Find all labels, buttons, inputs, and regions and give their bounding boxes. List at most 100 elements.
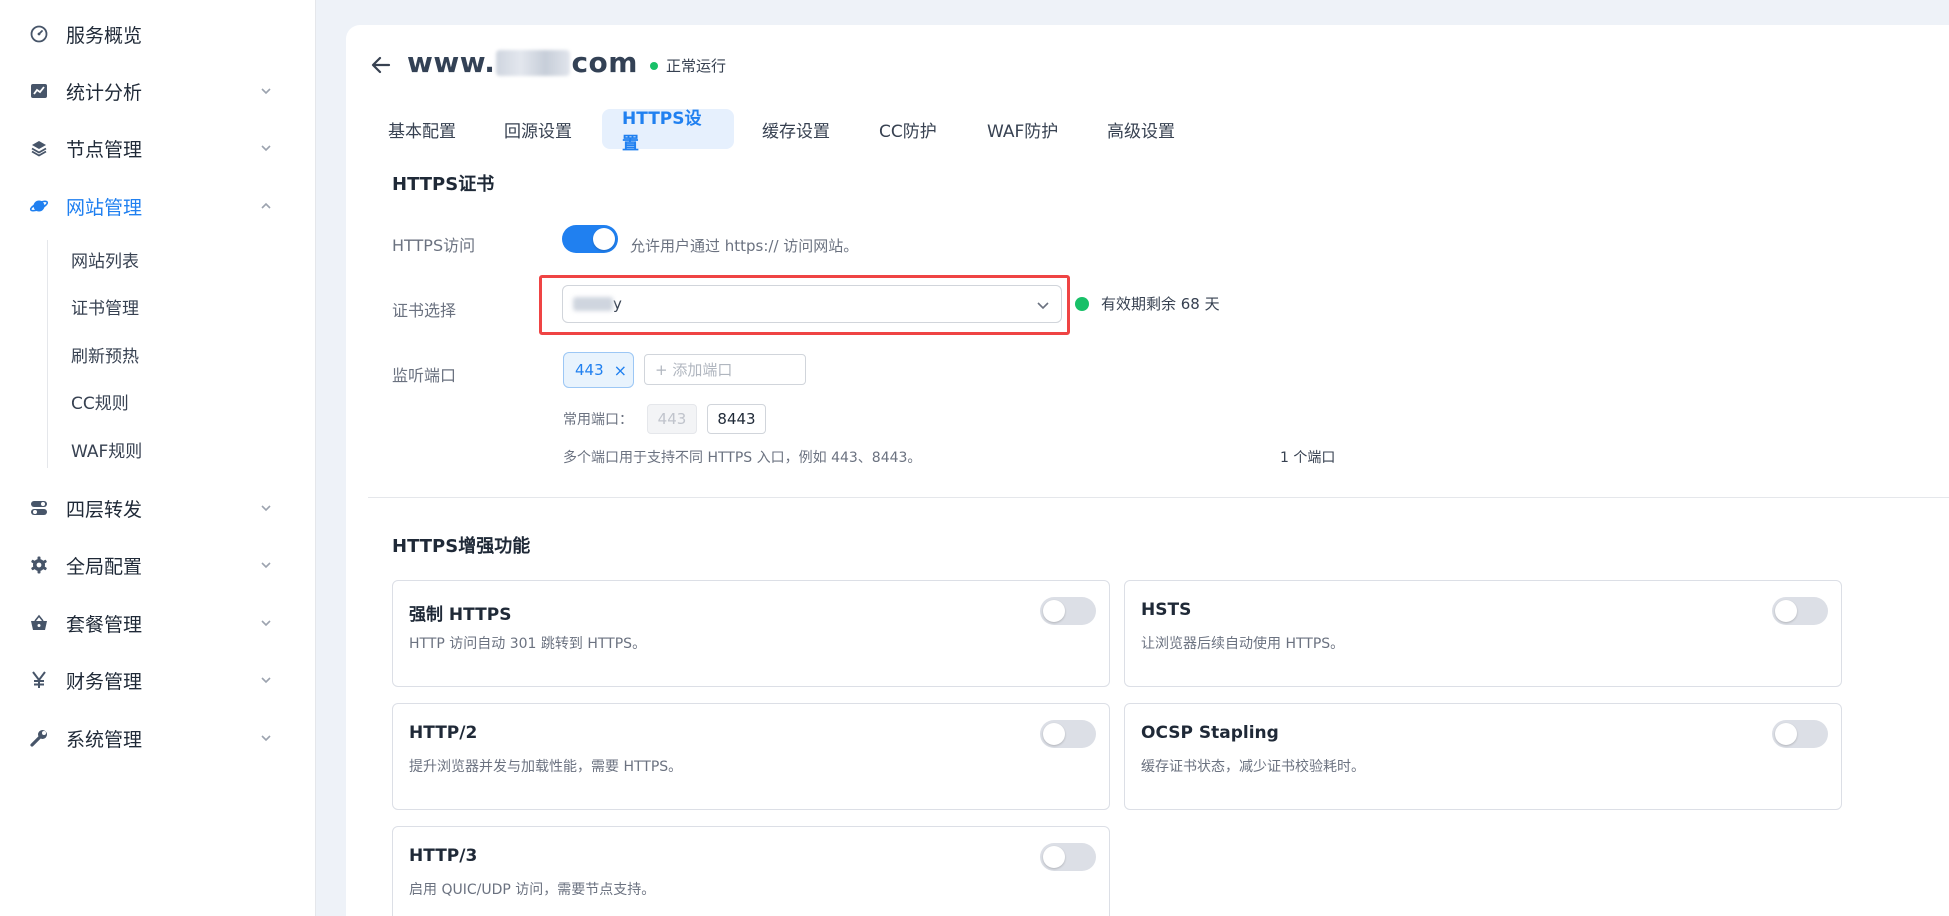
validity-dot (1075, 296, 1089, 311)
nav-label: 四层转发 (66, 498, 143, 521)
ocsp-toggle[interactable] (1772, 720, 1828, 748)
page-title: www. com (407, 46, 638, 79)
section-title-enhance: HTTPS增强功能 (392, 536, 531, 557)
sidebar-subitem-cc-rules[interactable]: CC规则 (71, 381, 129, 421)
cert-select-value: y (573, 295, 622, 313)
redacted-cert-name (573, 297, 613, 311)
nav-item-websites[interactable]: 网站管理 (0, 182, 316, 230)
nav-item-l4-forwarding[interactable]: 四层转发 (0, 484, 316, 532)
common-port-443: 443 (647, 404, 697, 434)
hsts-toggle[interactable] (1772, 597, 1828, 625)
nav-label: 网站管理 (66, 196, 143, 219)
title-prefix: www. (407, 46, 496, 79)
feature-card-http3: HTTP/3 启用 QUIC/UDP 访问，需要节点支持。 (392, 826, 1110, 916)
yen-icon (28, 669, 50, 691)
redacted-domain (496, 49, 571, 76)
close-icon[interactable]: × (614, 361, 627, 380)
nav-label: 系统管理 (66, 728, 143, 751)
tab-origin[interactable]: 回源设置 (484, 109, 592, 149)
nav-item-global-config[interactable]: 全局配置 (0, 541, 316, 589)
common-ports-label: 常用端口： (563, 412, 633, 428)
feature-card-ocsp: OCSP Stapling 缓存证书状态，减少证书校验耗时。 (1124, 703, 1842, 810)
chevron-down-icon (258, 500, 274, 516)
nav-item-plans[interactable]: 套餐管理 (0, 599, 316, 647)
feature-desc: HTTP 访问自动 301 跳转到 HTTPS。 (409, 636, 647, 652)
nav-label: 套餐管理 (66, 613, 143, 636)
nav-label: 财务管理 (66, 670, 143, 693)
nav-item-statistics[interactable]: 统计分析 (0, 67, 316, 115)
toggle-knob (593, 228, 615, 250)
feature-desc: 让浏览器后续自动使用 HTTPS。 (1141, 636, 1345, 652)
status-text: 正常运行 (666, 57, 727, 75)
chevron-down-icon (258, 615, 274, 631)
validity-text: 有效期剩余 68 天 (1101, 295, 1220, 313)
tab-advanced[interactable]: 高级设置 (1087, 109, 1195, 149)
port-count: 1 个端口 (1280, 450, 1336, 466)
port-tag: 443 × (563, 352, 634, 388)
sidebar: 服务概览 统计分析 节点管理 网站管理 网站列表 证书管理 刷新预热 CC规则 … (0, 0, 316, 916)
https-access-toggle[interactable] (562, 225, 618, 253)
planet-icon (28, 195, 50, 217)
tab-waf[interactable]: WAF防护 (967, 109, 1078, 149)
toggle-knob (1775, 600, 1797, 622)
chevron-up-icon (258, 198, 274, 214)
tab-cache[interactable]: 缓存设置 (742, 109, 850, 149)
dashboard-icon (28, 23, 50, 45)
wrench-icon (28, 727, 50, 749)
nav-label: 节点管理 (66, 138, 143, 161)
chart-icon (28, 80, 50, 102)
toggle-icon (28, 497, 50, 519)
toggle-knob (1043, 600, 1065, 622)
feature-title: HTTP/3 (409, 846, 478, 866)
force-https-toggle[interactable] (1040, 597, 1096, 625)
chevron-down-icon (258, 672, 274, 688)
section-title-cert: HTTPS证书 (392, 174, 495, 195)
chevron-down-icon (1035, 297, 1051, 313)
cert-select-value-suffix: y (613, 295, 622, 313)
add-port-input[interactable] (644, 354, 806, 385)
http2-toggle[interactable] (1040, 720, 1096, 748)
chevron-down-icon (258, 730, 274, 746)
toggle-knob (1775, 723, 1797, 745)
nav-item-finance[interactable]: 财务管理 (0, 656, 316, 704)
cert-select-label: 证书选择 (392, 301, 457, 320)
cert-validity: 有效期剩余 68 天 (1075, 293, 1220, 314)
cert-select[interactable]: y (562, 285, 1062, 323)
nav-label: 服务概览 (66, 24, 143, 47)
sidebar-subitem-cert-management[interactable]: 证书管理 (71, 286, 139, 326)
chevron-down-icon (258, 557, 274, 573)
nav-label: 全局配置 (66, 555, 143, 578)
ports-note: 多个端口用于支持不同 HTTPS 入口，例如 443、8443。 (563, 450, 922, 466)
feature-desc: 启用 QUIC/UDP 访问，需要节点支持。 (409, 882, 656, 898)
back-arrow-icon[interactable] (368, 52, 394, 78)
tab-basic[interactable]: 基本配置 (368, 109, 476, 149)
chevron-down-icon (258, 140, 274, 156)
common-port-8443[interactable]: 8443 (707, 404, 766, 434)
feature-card-hsts: HSTS 让浏览器后续自动使用 HTTPS。 (1124, 580, 1842, 687)
divider (368, 497, 1949, 498)
feature-title: HTTP/2 (409, 723, 478, 743)
submenu-guide-line (47, 240, 48, 468)
status-badge: 正常运行 (650, 55, 726, 76)
sidebar-subitem-refresh-preheat[interactable]: 刷新预热 (71, 334, 139, 374)
feature-title: OCSP Stapling (1141, 723, 1279, 743)
gear-icon (28, 554, 50, 576)
port-tag-value: 443 (575, 361, 604, 379)
tab-cc[interactable]: CC防护 (859, 109, 957, 149)
feature-title: HSTS (1141, 600, 1192, 620)
nav-item-overview[interactable]: 服务概览 (0, 10, 316, 58)
feature-desc: 提升浏览器并发与加载性能，需要 HTTPS。 (409, 759, 683, 775)
feature-card-force-https: 强制 HTTPS HTTP 访问自动 301 跳转到 HTTPS。 (392, 580, 1110, 687)
http3-toggle[interactable] (1040, 843, 1096, 871)
nav-item-nodes[interactable]: 节点管理 (0, 124, 316, 172)
feature-card-http2: HTTP/2 提升浏览器并发与加载性能，需要 HTTPS。 (392, 703, 1110, 810)
sidebar-subitem-waf-rules[interactable]: WAF规则 (71, 429, 142, 469)
feature-title: 强制 HTTPS (409, 605, 512, 625)
title-suffix: com (571, 46, 638, 79)
chevron-down-icon (258, 83, 274, 99)
status-dot (650, 61, 658, 70)
feature-desc: 缓存证书状态，减少证书校验耗时。 (1141, 759, 1365, 775)
tab-https[interactable]: HTTPS设置 (602, 109, 734, 154)
nav-item-system[interactable]: 系统管理 (0, 714, 316, 762)
sidebar-subitem-site-list[interactable]: 网站列表 (71, 239, 139, 279)
